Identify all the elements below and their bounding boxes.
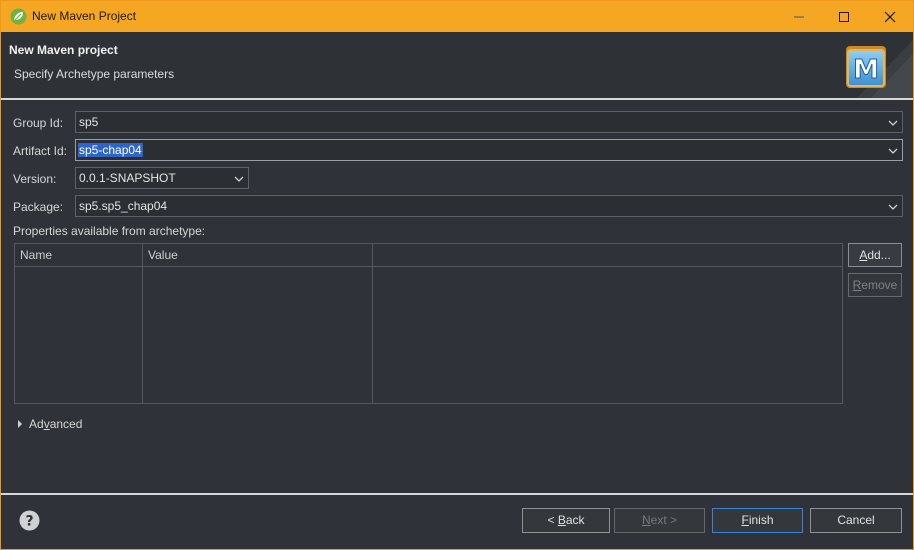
column-header-filler bbox=[373, 244, 842, 267]
chevron-down-icon[interactable] bbox=[887, 146, 899, 156]
chevron-down-icon[interactable] bbox=[887, 202, 899, 212]
cancel-button[interactable]: Cancel bbox=[810, 508, 902, 533]
group-id-combo[interactable]: sp5 bbox=[75, 111, 903, 133]
artifact-id-label: Artifact Id: bbox=[13, 144, 68, 158]
maven-logo-icon: M bbox=[846, 40, 913, 98]
package-value: sp5.sp5_chap04 bbox=[79, 199, 168, 213]
version-value: 0.0.1-SNAPSHOT bbox=[79, 171, 176, 185]
footer-separator bbox=[1, 493, 913, 495]
header-separator bbox=[1, 98, 913, 100]
artifact-id-combo[interactable]: sp5-chap04 bbox=[75, 139, 903, 161]
wizard-header: New Maven project Specify Archetype para… bbox=[1, 32, 913, 99]
package-combo[interactable]: sp5.sp5_chap04 bbox=[75, 195, 903, 217]
finish-button[interactable]: Finish bbox=[712, 508, 803, 533]
add-button[interactable]: Add... bbox=[848, 243, 902, 267]
new-maven-project-dialog: New Maven Project New Maven project Spec… bbox=[0, 0, 914, 550]
properties-table[interactable]: Name Value bbox=[14, 243, 843, 404]
minimize-button[interactable] bbox=[776, 1, 821, 32]
remove-button[interactable]: Remove bbox=[848, 273, 902, 297]
wizard-subtitle: Specify Archetype parameters bbox=[14, 67, 175, 81]
chevron-down-icon[interactable] bbox=[887, 118, 899, 128]
maximize-button[interactable] bbox=[821, 1, 866, 32]
wizard-title: New Maven project bbox=[9, 43, 118, 57]
advanced-expander[interactable]: Advanced bbox=[15, 417, 82, 431]
window-title: New Maven Project bbox=[32, 9, 137, 23]
package-label: Package: bbox=[13, 200, 64, 214]
chevron-down-icon[interactable] bbox=[233, 174, 245, 184]
group-id-value: sp5 bbox=[79, 115, 99, 129]
artifact-id-value: sp5-chap04 bbox=[78, 143, 143, 157]
title-bar[interactable]: New Maven Project bbox=[1, 1, 913, 32]
logo-letter: M bbox=[853, 55, 879, 85]
next-button[interactable]: Next > bbox=[614, 508, 705, 533]
column-header-name[interactable]: Name bbox=[15, 244, 143, 267]
close-icon bbox=[884, 11, 895, 22]
column-divider bbox=[372, 267, 373, 403]
properties-label: Properties available from archetype: bbox=[13, 224, 206, 238]
close-button[interactable] bbox=[867, 1, 912, 32]
column-header-value[interactable]: Value bbox=[143, 244, 373, 267]
version-combo[interactable]: 0.0.1-SNAPSHOT bbox=[75, 167, 249, 189]
column-divider bbox=[142, 267, 143, 403]
advanced-label: Advanced bbox=[29, 417, 83, 431]
version-label: Version: bbox=[13, 172, 57, 186]
back-button[interactable]: < Back bbox=[522, 508, 610, 533]
svg-text:?: ? bbox=[25, 514, 33, 530]
minimize-icon bbox=[793, 16, 804, 17]
spring-leaf-icon bbox=[10, 8, 27, 25]
help-icon[interactable]: ? bbox=[19, 510, 40, 531]
expand-triangle-icon[interactable] bbox=[15, 419, 25, 429]
group-id-label: Group Id: bbox=[13, 116, 64, 130]
maximize-icon bbox=[838, 11, 849, 22]
